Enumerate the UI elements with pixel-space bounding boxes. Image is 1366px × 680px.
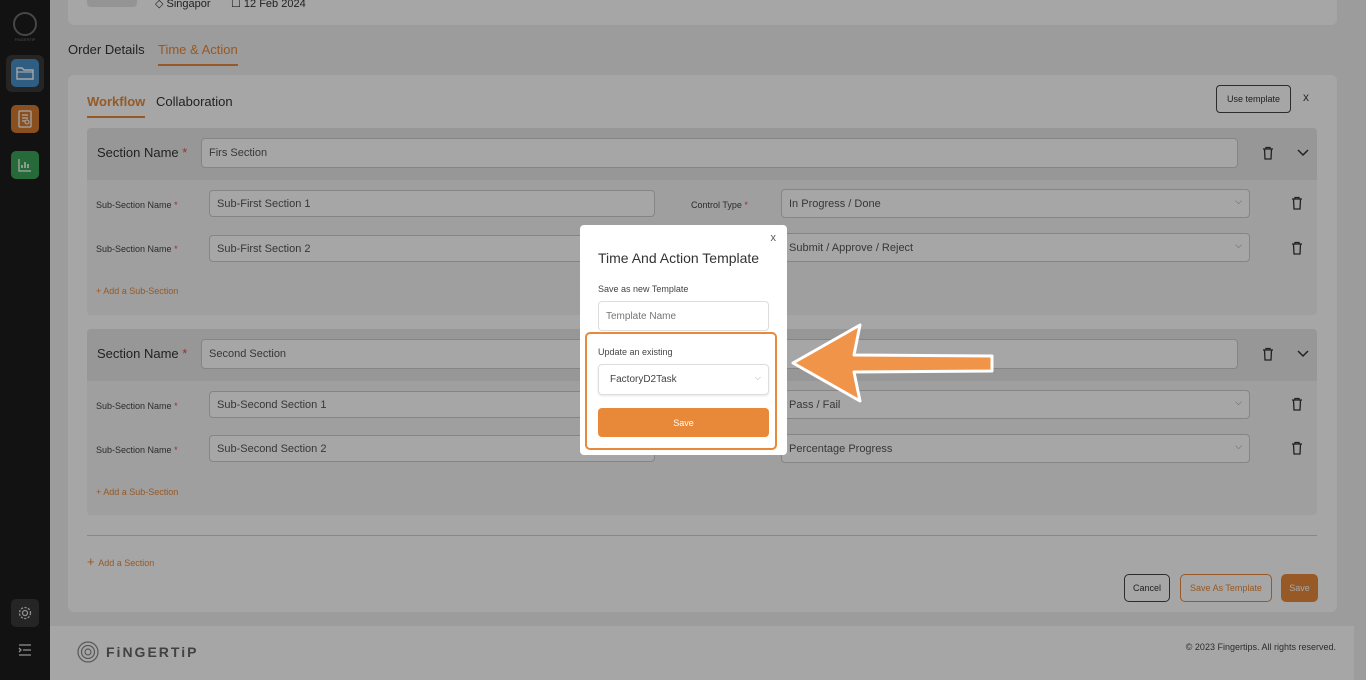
template-name-input[interactable] [598,301,769,331]
template-modal: x Time And Action Template Save as new T… [580,225,787,455]
modal-save-button[interactable]: Save [598,408,769,437]
save-new-label: Save as new Template [598,284,689,294]
annotation-arrow-icon [791,323,994,403]
update-existing-label: Update an existing [598,347,673,357]
chevron-down-icon: ⌵ [754,373,761,382]
close-icon[interactable]: x [771,232,777,244]
existing-template-select[interactable]: FactoryD2Task ⌵ [598,364,769,395]
modal-title: Time And Action Template [598,250,760,266]
